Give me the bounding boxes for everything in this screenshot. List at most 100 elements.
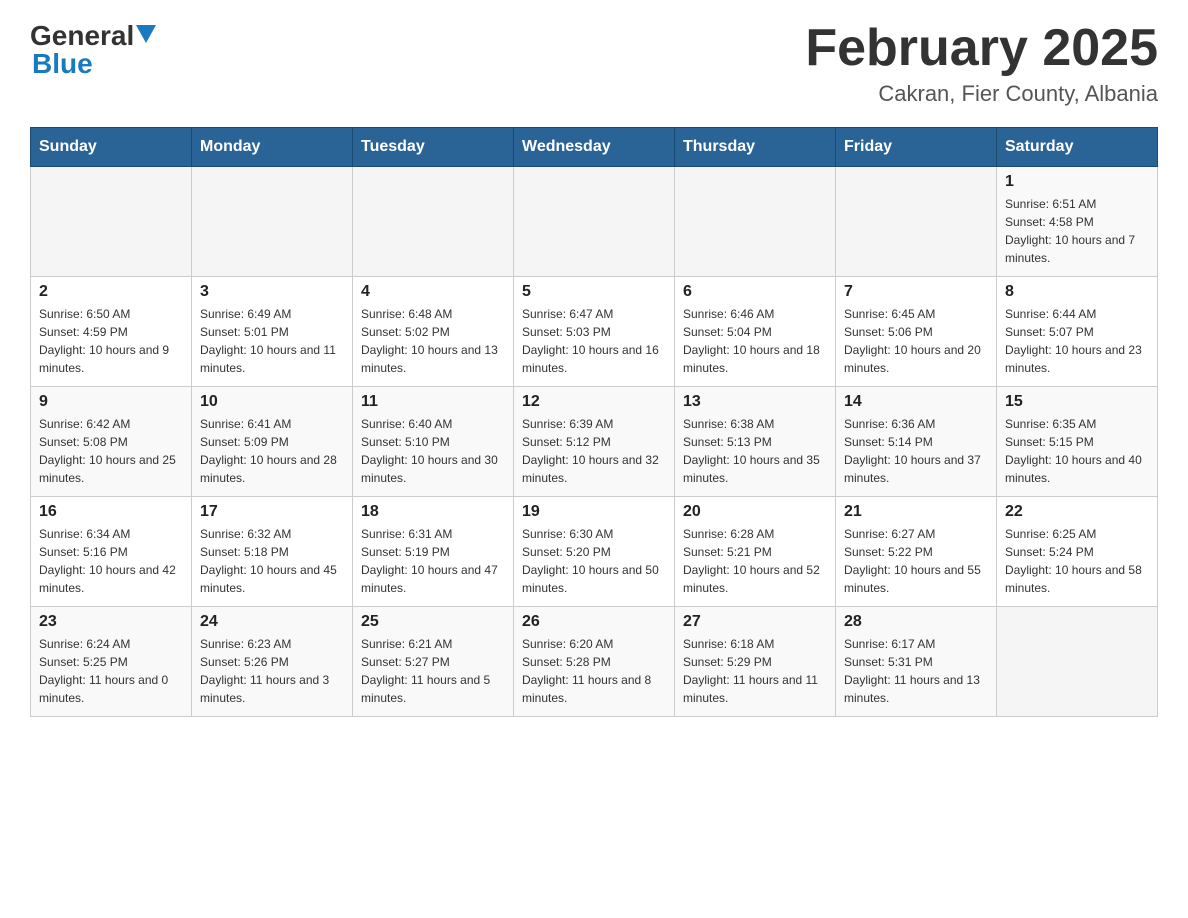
calendar-cell: 19Sunrise: 6:30 AMSunset: 5:20 PMDayligh…	[514, 497, 675, 607]
day-info: Sunrise: 6:46 AMSunset: 5:04 PMDaylight:…	[683, 305, 827, 377]
month-title: February 2025	[805, 20, 1158, 77]
day-info: Sunrise: 6:51 AMSunset: 4:58 PMDaylight:…	[1005, 195, 1149, 267]
calendar-body: 1 Sunrise: 6:51 AMSunset: 4:58 PMDaylight…	[31, 167, 1158, 717]
day-info: Sunrise: 6:20 AMSunset: 5:28 PMDaylight:…	[522, 635, 666, 707]
weekday-header-monday: Monday	[192, 128, 353, 167]
day-number: 19	[522, 503, 666, 521]
calendar-cell: 3Sunrise: 6:49 AMSunset: 5:01 PMDaylight…	[192, 277, 353, 387]
day-number: 7	[844, 283, 988, 301]
day-number: 14	[844, 393, 988, 411]
day-number: 6	[683, 283, 827, 301]
calendar-week-row: 16Sunrise: 6:34 AMSunset: 5:16 PMDayligh…	[31, 497, 1158, 607]
day-number: 23	[39, 613, 183, 631]
day-info: Sunrise: 6:31 AMSunset: 5:19 PMDaylight:…	[361, 525, 505, 597]
day-info: Sunrise: 6:40 AMSunset: 5:10 PMDaylight:…	[361, 415, 505, 487]
calendar-cell: 28 Sunrise: 6:17 AMSunset: 5:31 PMDayligh…	[836, 607, 997, 717]
calendar-cell	[836, 167, 997, 277]
calendar-cell	[675, 167, 836, 277]
day-number: 10	[200, 393, 344, 411]
calendar-cell	[997, 607, 1158, 717]
day-number: 28	[844, 613, 988, 631]
title-section: February 2025 Cakran, Fier County, Alban…	[805, 20, 1158, 107]
day-number: 20	[683, 503, 827, 521]
day-number: 15	[1005, 393, 1149, 411]
day-info: Sunrise: 6:21 AMSunset: 5:27 PMDaylight:…	[361, 635, 505, 707]
calendar-cell: 12Sunrise: 6:39 AMSunset: 5:12 PMDayligh…	[514, 387, 675, 497]
logo: General Blue	[30, 20, 158, 80]
calendar-cell: 5 Sunrise: 6:47 AMSunset: 5:03 PMDaylight…	[514, 277, 675, 387]
weekday-header-friday: Friday	[836, 128, 997, 167]
calendar-cell: 26 Sunrise: 6:20 AMSunset: 5:28 PMDayligh…	[514, 607, 675, 717]
day-info: Sunrise: 6:18 AMSunset: 5:29 PMDaylight:…	[683, 635, 827, 707]
day-info: Sunrise: 6:35 AMSunset: 5:15 PMDaylight:…	[1005, 415, 1149, 487]
page-header: General Blue February 2025 Cakran, Fier …	[30, 20, 1158, 107]
day-number: 9	[39, 393, 183, 411]
calendar-cell	[353, 167, 514, 277]
day-info: Sunrise: 6:39 AMSunset: 5:12 PMDaylight:…	[522, 415, 666, 487]
day-number: 26	[522, 613, 666, 631]
day-number: 17	[200, 503, 344, 521]
calendar-cell: 11Sunrise: 6:40 AMSunset: 5:10 PMDayligh…	[353, 387, 514, 497]
day-info: Sunrise: 6:50 AMSunset: 4:59 PMDaylight:…	[39, 305, 183, 377]
calendar-cell: 25 Sunrise: 6:21 AMSunset: 5:27 PMDayligh…	[353, 607, 514, 717]
logo-triangle-icon	[136, 25, 156, 43]
day-info: Sunrise: 6:47 AMSunset: 5:03 PMDaylight:…	[522, 305, 666, 377]
day-number: 5	[522, 283, 666, 301]
calendar-cell: 20 Sunrise: 6:28 AMSunset: 5:21 PMDayligh…	[675, 497, 836, 607]
calendar-cell: 24Sunrise: 6:23 AMSunset: 5:26 PMDayligh…	[192, 607, 353, 717]
weekday-header-wednesday: Wednesday	[514, 128, 675, 167]
day-info: Sunrise: 6:48 AMSunset: 5:02 PMDaylight:…	[361, 305, 505, 377]
calendar-cell: 9 Sunrise: 6:42 AMSunset: 5:08 PMDaylight…	[31, 387, 192, 497]
calendar-cell: 21 Sunrise: 6:27 AMSunset: 5:22 PMDayligh…	[836, 497, 997, 607]
calendar-cell: 7 Sunrise: 6:45 AMSunset: 5:06 PMDaylight…	[836, 277, 997, 387]
day-info: Sunrise: 6:28 AMSunset: 5:21 PMDaylight:…	[683, 525, 827, 597]
day-number: 2	[39, 283, 183, 301]
day-number: 4	[361, 283, 505, 301]
day-info: Sunrise: 6:27 AMSunset: 5:22 PMDaylight:…	[844, 525, 988, 597]
day-info: Sunrise: 6:38 AMSunset: 5:13 PMDaylight:…	[683, 415, 827, 487]
calendar-cell: 17 Sunrise: 6:32 AMSunset: 5:18 PMDayligh…	[192, 497, 353, 607]
location-subtitle: Cakran, Fier County, Albania	[805, 81, 1158, 107]
calendar-cell: 18 Sunrise: 6:31 AMSunset: 5:19 PMDayligh…	[353, 497, 514, 607]
calendar-cell	[31, 167, 192, 277]
day-number: 24	[200, 613, 344, 631]
day-number: 21	[844, 503, 988, 521]
day-number: 18	[361, 503, 505, 521]
weekday-header-row: SundayMondayTuesdayWednesdayThursdayFrid…	[31, 128, 1158, 167]
day-number: 1	[1005, 173, 1149, 191]
day-info: Sunrise: 6:44 AMSunset: 5:07 PMDaylight:…	[1005, 305, 1149, 377]
day-info: Sunrise: 6:45 AMSunset: 5:06 PMDaylight:…	[844, 305, 988, 377]
calendar-week-row: 1 Sunrise: 6:51 AMSunset: 4:58 PMDaylight…	[31, 167, 1158, 277]
calendar-week-row: 2 Sunrise: 6:50 AMSunset: 4:59 PMDaylight…	[31, 277, 1158, 387]
calendar-header: SundayMondayTuesdayWednesdayThursdayFrid…	[31, 128, 1158, 167]
calendar-week-row: 9 Sunrise: 6:42 AMSunset: 5:08 PMDaylight…	[31, 387, 1158, 497]
day-info: Sunrise: 6:17 AMSunset: 5:31 PMDaylight:…	[844, 635, 988, 707]
weekday-header-thursday: Thursday	[675, 128, 836, 167]
logo-blue-text: Blue	[32, 48, 158, 80]
day-number: 16	[39, 503, 183, 521]
calendar-cell: 14 Sunrise: 6:36 AMSunset: 5:14 PMDayligh…	[836, 387, 997, 497]
calendar-cell: 22 Sunrise: 6:25 AMSunset: 5:24 PMDayligh…	[997, 497, 1158, 607]
day-info: Sunrise: 6:36 AMSunset: 5:14 PMDaylight:…	[844, 415, 988, 487]
calendar-cell: 15 Sunrise: 6:35 AMSunset: 5:15 PMDayligh…	[997, 387, 1158, 497]
day-number: 8	[1005, 283, 1149, 301]
calendar-cell: 4 Sunrise: 6:48 AMSunset: 5:02 PMDaylight…	[353, 277, 514, 387]
day-info: Sunrise: 6:49 AMSunset: 5:01 PMDaylight:…	[200, 305, 344, 377]
day-info: Sunrise: 6:24 AMSunset: 5:25 PMDaylight:…	[39, 635, 183, 707]
weekday-header-tuesday: Tuesday	[353, 128, 514, 167]
calendar-table: SundayMondayTuesdayWednesdayThursdayFrid…	[30, 127, 1158, 717]
day-info: Sunrise: 6:32 AMSunset: 5:18 PMDaylight:…	[200, 525, 344, 597]
day-number: 25	[361, 613, 505, 631]
day-info: Sunrise: 6:25 AMSunset: 5:24 PMDaylight:…	[1005, 525, 1149, 597]
calendar-cell: 6 Sunrise: 6:46 AMSunset: 5:04 PMDaylight…	[675, 277, 836, 387]
day-info: Sunrise: 6:41 AMSunset: 5:09 PMDaylight:…	[200, 415, 344, 487]
calendar-cell	[192, 167, 353, 277]
calendar-cell: 27Sunrise: 6:18 AMSunset: 5:29 PMDayligh…	[675, 607, 836, 717]
day-info: Sunrise: 6:42 AMSunset: 5:08 PMDaylight:…	[39, 415, 183, 487]
calendar-cell: 1 Sunrise: 6:51 AMSunset: 4:58 PMDaylight…	[997, 167, 1158, 277]
day-number: 22	[1005, 503, 1149, 521]
calendar-cell: 16Sunrise: 6:34 AMSunset: 5:16 PMDayligh…	[31, 497, 192, 607]
calendar-week-row: 23 Sunrise: 6:24 AMSunset: 5:25 PMDayligh…	[31, 607, 1158, 717]
calendar-cell	[514, 167, 675, 277]
calendar-cell: 13Sunrise: 6:38 AMSunset: 5:13 PMDayligh…	[675, 387, 836, 497]
